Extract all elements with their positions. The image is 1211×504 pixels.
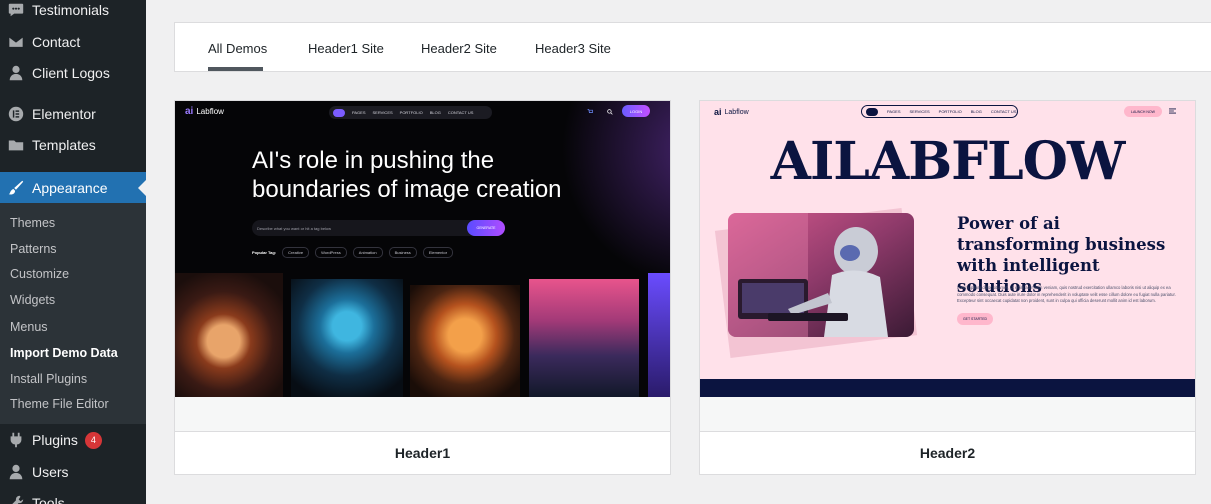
appearance-submenu: Themes Patterns Customize Widgets Menus … — [0, 203, 146, 424]
paint-brush-icon — [6, 178, 26, 198]
tag-chip: Business — [388, 247, 417, 258]
nav-item: PAGES — [352, 110, 366, 115]
sidebar-item-label: Plugins — [32, 432, 78, 448]
sidebar-item-elementor[interactable]: Elementor — [0, 99, 146, 129]
submenu-patterns[interactable]: Patterns — [10, 239, 57, 259]
submenu-import-demo-data[interactable]: Import Demo Data — [10, 343, 118, 363]
demo-preview-header1[interactable]: ai Labflow PAGES SERVICES PORTFOLIO BLOG … — [175, 101, 670, 397]
logo-mark: ai — [185, 106, 194, 117]
sidebar-item-templates[interactable]: Templates — [0, 130, 146, 160]
preview-nav: PAGES SERVICES PORTFOLIO BLOG CONTACT US — [861, 105, 1018, 118]
active-tab-indicator — [208, 67, 263, 71]
sidebar-item-plugins[interactable]: Plugins 4 — [0, 425, 146, 455]
sidebar-item-label: Templates — [32, 137, 96, 153]
demo-card-title: Header1 — [394, 445, 451, 461]
demo-card-meta — [175, 397, 670, 432]
preview-logo: ai Labflow — [714, 107, 749, 117]
preview-logo: ai Labflow — [185, 106, 224, 117]
mail-icon — [6, 32, 26, 52]
preview-brand-title: AILABFLOW — [770, 131, 1126, 192]
hamburger-menu-icon — [1169, 108, 1176, 114]
plugin-icon — [6, 430, 26, 450]
tag-chip: Creative — [282, 247, 310, 258]
sidebar-item-label: Client Logos — [32, 65, 110, 81]
preview-nav: PAGES SERVICES PORTFOLIO BLOG CONTACT US — [329, 106, 492, 119]
sidebar-item-users[interactable]: Users — [0, 457, 146, 487]
folder-icon — [6, 135, 26, 155]
sidebar-item-tools[interactable]: Tools — [0, 488, 146, 504]
tag-chip: WordPress — [315, 247, 347, 258]
sidebar-item-label: Elementor — [32, 106, 96, 122]
preview-robot-image — [728, 213, 914, 337]
nav-item: CONTACT US — [990, 109, 1017, 114]
demo-card-title: Header2 — [919, 445, 976, 461]
sidebar-item-appearance[interactable]: Appearance — [0, 172, 146, 203]
preview-image-gallery — [175, 273, 670, 397]
sidebar-item-label: Testimonials — [32, 2, 110, 18]
submenu-menus[interactable]: Menus — [10, 317, 48, 337]
tab-all-demos[interactable]: All Demos — [208, 41, 267, 56]
popular-tag-label: Popular Tag: — [252, 250, 277, 255]
tag-chip: Elementor — [422, 247, 454, 258]
demo-preview-header2[interactable]: ai Labflow PAGES SERVICES PORTFOLIO BLOG … — [700, 101, 1195, 397]
sidebar-item-label: Tools — [32, 495, 65, 504]
preview-get-started-button: GET STARTED — [957, 313, 993, 325]
gallery-tile-partial — [648, 273, 670, 397]
user-icon — [6, 462, 26, 482]
submenu-install-plugins[interactable]: Install Plugins — [10, 369, 87, 389]
admin-sidebar: Testimonials Contact Client Logos Elemen… — [0, 0, 146, 504]
preview-headline: AI's role in pushing the boundaries of i… — [252, 147, 562, 203]
submenu-theme-file-editor[interactable]: Theme File Editor — [10, 394, 109, 414]
preview-launch-button: LAUNCH NOW — [1124, 106, 1162, 117]
home-pill — [333, 108, 345, 117]
tab-header2-site[interactable]: Header2 Site — [421, 41, 497, 56]
sidebar-item-label: Users — [32, 464, 69, 480]
tag-chip: Animation — [352, 247, 383, 258]
demo-card-meta — [700, 397, 1195, 432]
elementor-icon — [6, 104, 26, 124]
gallery-tile-robot-cat — [291, 279, 403, 397]
nav-item: PAGES — [887, 109, 901, 114]
preview-login-button: LOGIN — [622, 105, 650, 117]
home-pill — [866, 107, 878, 116]
user-icon — [6, 63, 26, 83]
nav-item: SERVICES — [372, 110, 393, 115]
nav-item: PORTFOLIO — [938, 109, 962, 114]
logo-text: Labflow — [196, 107, 224, 116]
logo-text: Labflow — [724, 108, 749, 116]
submenu-themes[interactable]: Themes — [10, 213, 55, 233]
logo-mark: ai — [714, 107, 722, 117]
demo-card-header2[interactable]: ai Labflow PAGES SERVICES PORTFOLIO BLOG … — [699, 100, 1196, 475]
demo-filter-tabs: All Demos Header1 Site Header2 Site Head… — [174, 22, 1211, 72]
gallery-tile-portrait — [175, 273, 283, 397]
nav-item: SERVICES — [909, 109, 930, 114]
search-icon — [607, 109, 613, 115]
robot-at-laptop-illustration — [728, 213, 914, 337]
plugins-update-badge: 4 — [84, 431, 102, 449]
preview-popular-tags: Popular Tag: Creative WordPress Animatio… — [252, 247, 454, 258]
preview-generate-button: GENERATE — [467, 220, 505, 236]
sidebar-item-label: Contact — [32, 34, 81, 50]
preview-body-text: Lorem ipsum dolor sit amet, Ut enim ad m… — [957, 285, 1176, 303]
nav-item: BLOG — [429, 110, 441, 115]
gallery-tile-planet — [529, 279, 639, 397]
tab-header3-site[interactable]: Header3 Site — [535, 41, 611, 56]
preview-footer-band — [700, 379, 1195, 397]
sidebar-item-label: Appearance — [32, 179, 108, 196]
gallery-tile-tree — [410, 285, 520, 397]
testimonials-icon — [6, 0, 26, 20]
nav-item: PORTFOLIO — [399, 110, 423, 115]
submenu-customize[interactable]: Customize — [10, 264, 69, 284]
sidebar-item-testimonials[interactable]: Testimonials — [0, 0, 146, 25]
nav-item: BLOG — [970, 109, 982, 114]
sidebar-item-client-logos[interactable]: Client Logos — [0, 58, 146, 88]
submenu-widgets[interactable]: Widgets — [10, 290, 55, 310]
tab-header1-site[interactable]: Header1 Site — [308, 41, 384, 56]
cart-icon — [587, 109, 593, 113]
wrench-icon — [6, 493, 26, 504]
nav-item: CONTACT US — [447, 110, 474, 115]
demo-card-header1[interactable]: ai Labflow PAGES SERVICES PORTFOLIO BLOG … — [174, 100, 671, 475]
sidebar-item-contact[interactable]: Contact — [0, 27, 146, 57]
